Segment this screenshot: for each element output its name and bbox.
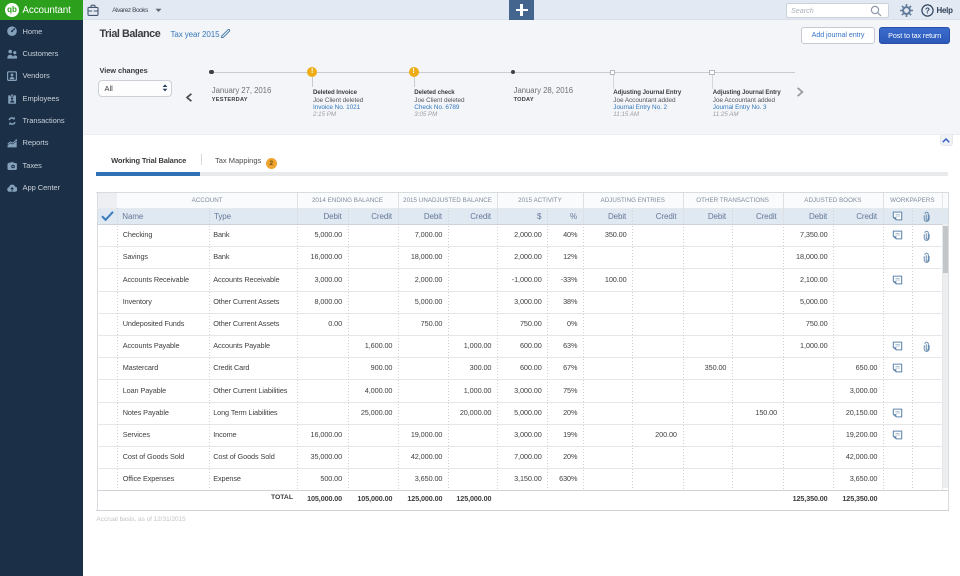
svg-text:?: ? [925,6,930,15]
